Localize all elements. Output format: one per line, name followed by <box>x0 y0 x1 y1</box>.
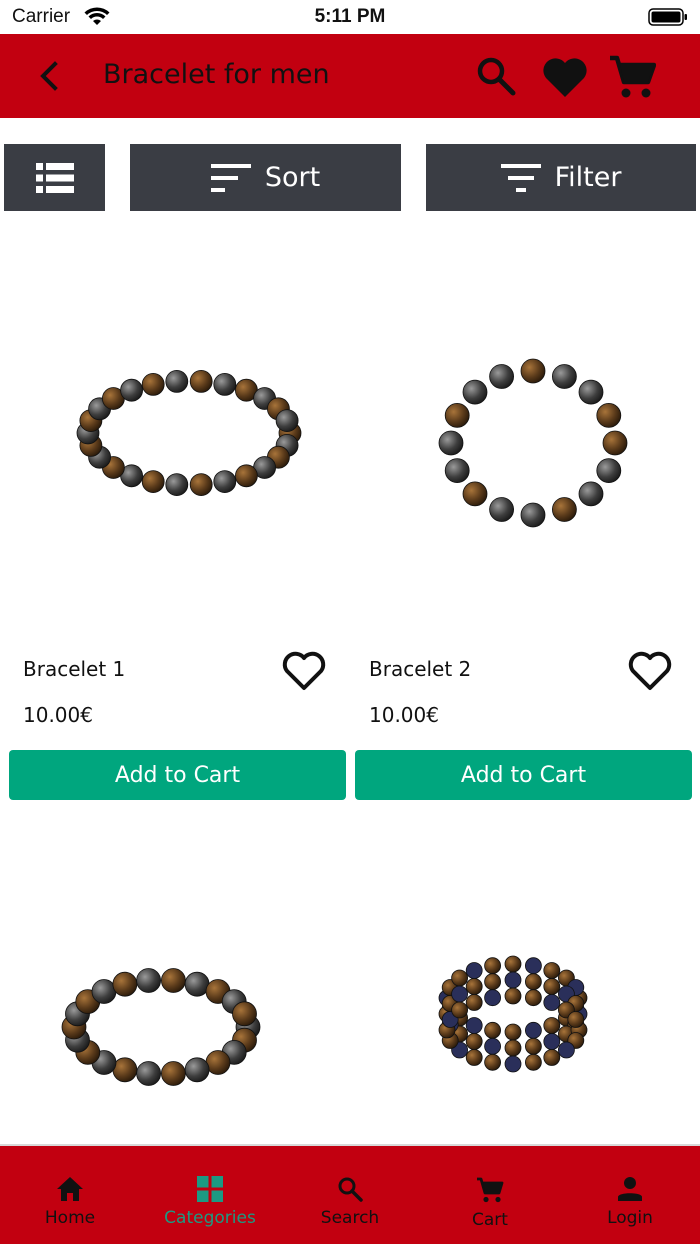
nav-label: Categories <box>164 1208 256 1228</box>
sort-label: Sort <box>264 162 321 193</box>
product-image-bracelet-4[interactable] <box>363 944 685 1094</box>
cart-icon <box>477 1177 504 1203</box>
filter-label: Filter <box>554 162 622 193</box>
nav-search[interactable]: Search <box>280 1146 420 1244</box>
search-icon[interactable] <box>474 54 518 98</box>
product-image-bracelet-1[interactable] <box>16 312 338 562</box>
battery-icon <box>648 8 687 26</box>
cart-icon[interactable] <box>608 54 656 100</box>
nav-home[interactable]: Home <box>0 1146 140 1244</box>
app-bar: Bracelet for men <box>0 34 700 118</box>
nav-cart[interactable]: Cart <box>420 1146 560 1244</box>
add-to-cart-button[interactable]: Add to Cart <box>355 750 692 800</box>
nav-label: Cart <box>472 1210 508 1230</box>
search-icon <box>338 1177 363 1202</box>
nav-label: Search <box>320 1208 380 1228</box>
product-image-bracelet-2[interactable] <box>363 280 685 580</box>
sort-button[interactable]: Sort <box>130 144 401 211</box>
page-title: Bracelet for men <box>103 59 330 90</box>
person-icon <box>618 1177 642 1201</box>
bottom-navigation: Home Categories Search Cart Login <box>0 1144 700 1244</box>
nav-label: Home <box>44 1208 96 1228</box>
nav-login[interactable]: Login <box>560 1146 700 1244</box>
home-icon <box>57 1177 83 1201</box>
favorites-heart-icon[interactable] <box>540 54 590 100</box>
product-name[interactable]: Bracelet 2 <box>369 657 471 681</box>
status-bar: Carrier 5:11 PM <box>0 0 700 34</box>
product-image-bracelet-3[interactable] <box>17 908 339 1134</box>
bracelet-image <box>438 358 628 528</box>
nav-categories[interactable]: Categories <box>140 1146 280 1244</box>
list-view-toggle-button[interactable] <box>4 144 105 211</box>
filter-icon <box>500 163 541 192</box>
status-time: 5:11 PM <box>314 6 386 27</box>
product-name[interactable]: Bracelet 1 <box>23 657 125 681</box>
bracelet-image <box>76 370 302 497</box>
nav-label: Login <box>607 1208 653 1228</box>
favorite-heart-outline-icon[interactable] <box>281 650 327 692</box>
list-view-icon <box>35 162 74 193</box>
back-arrow-icon[interactable] <box>30 56 70 96</box>
sort-icon <box>210 163 251 192</box>
product-price: 10.00€ <box>23 703 93 727</box>
product-price: 10.00€ <box>369 703 439 727</box>
filter-button[interactable]: Filter <box>426 144 696 211</box>
add-to-cart-button[interactable]: Add to Cart <box>9 750 346 800</box>
favorite-heart-outline-icon[interactable] <box>627 650 673 692</box>
bracelet-image <box>438 955 588 1073</box>
grid-icon <box>197 1176 223 1202</box>
bracelet-image <box>61 968 261 1086</box>
